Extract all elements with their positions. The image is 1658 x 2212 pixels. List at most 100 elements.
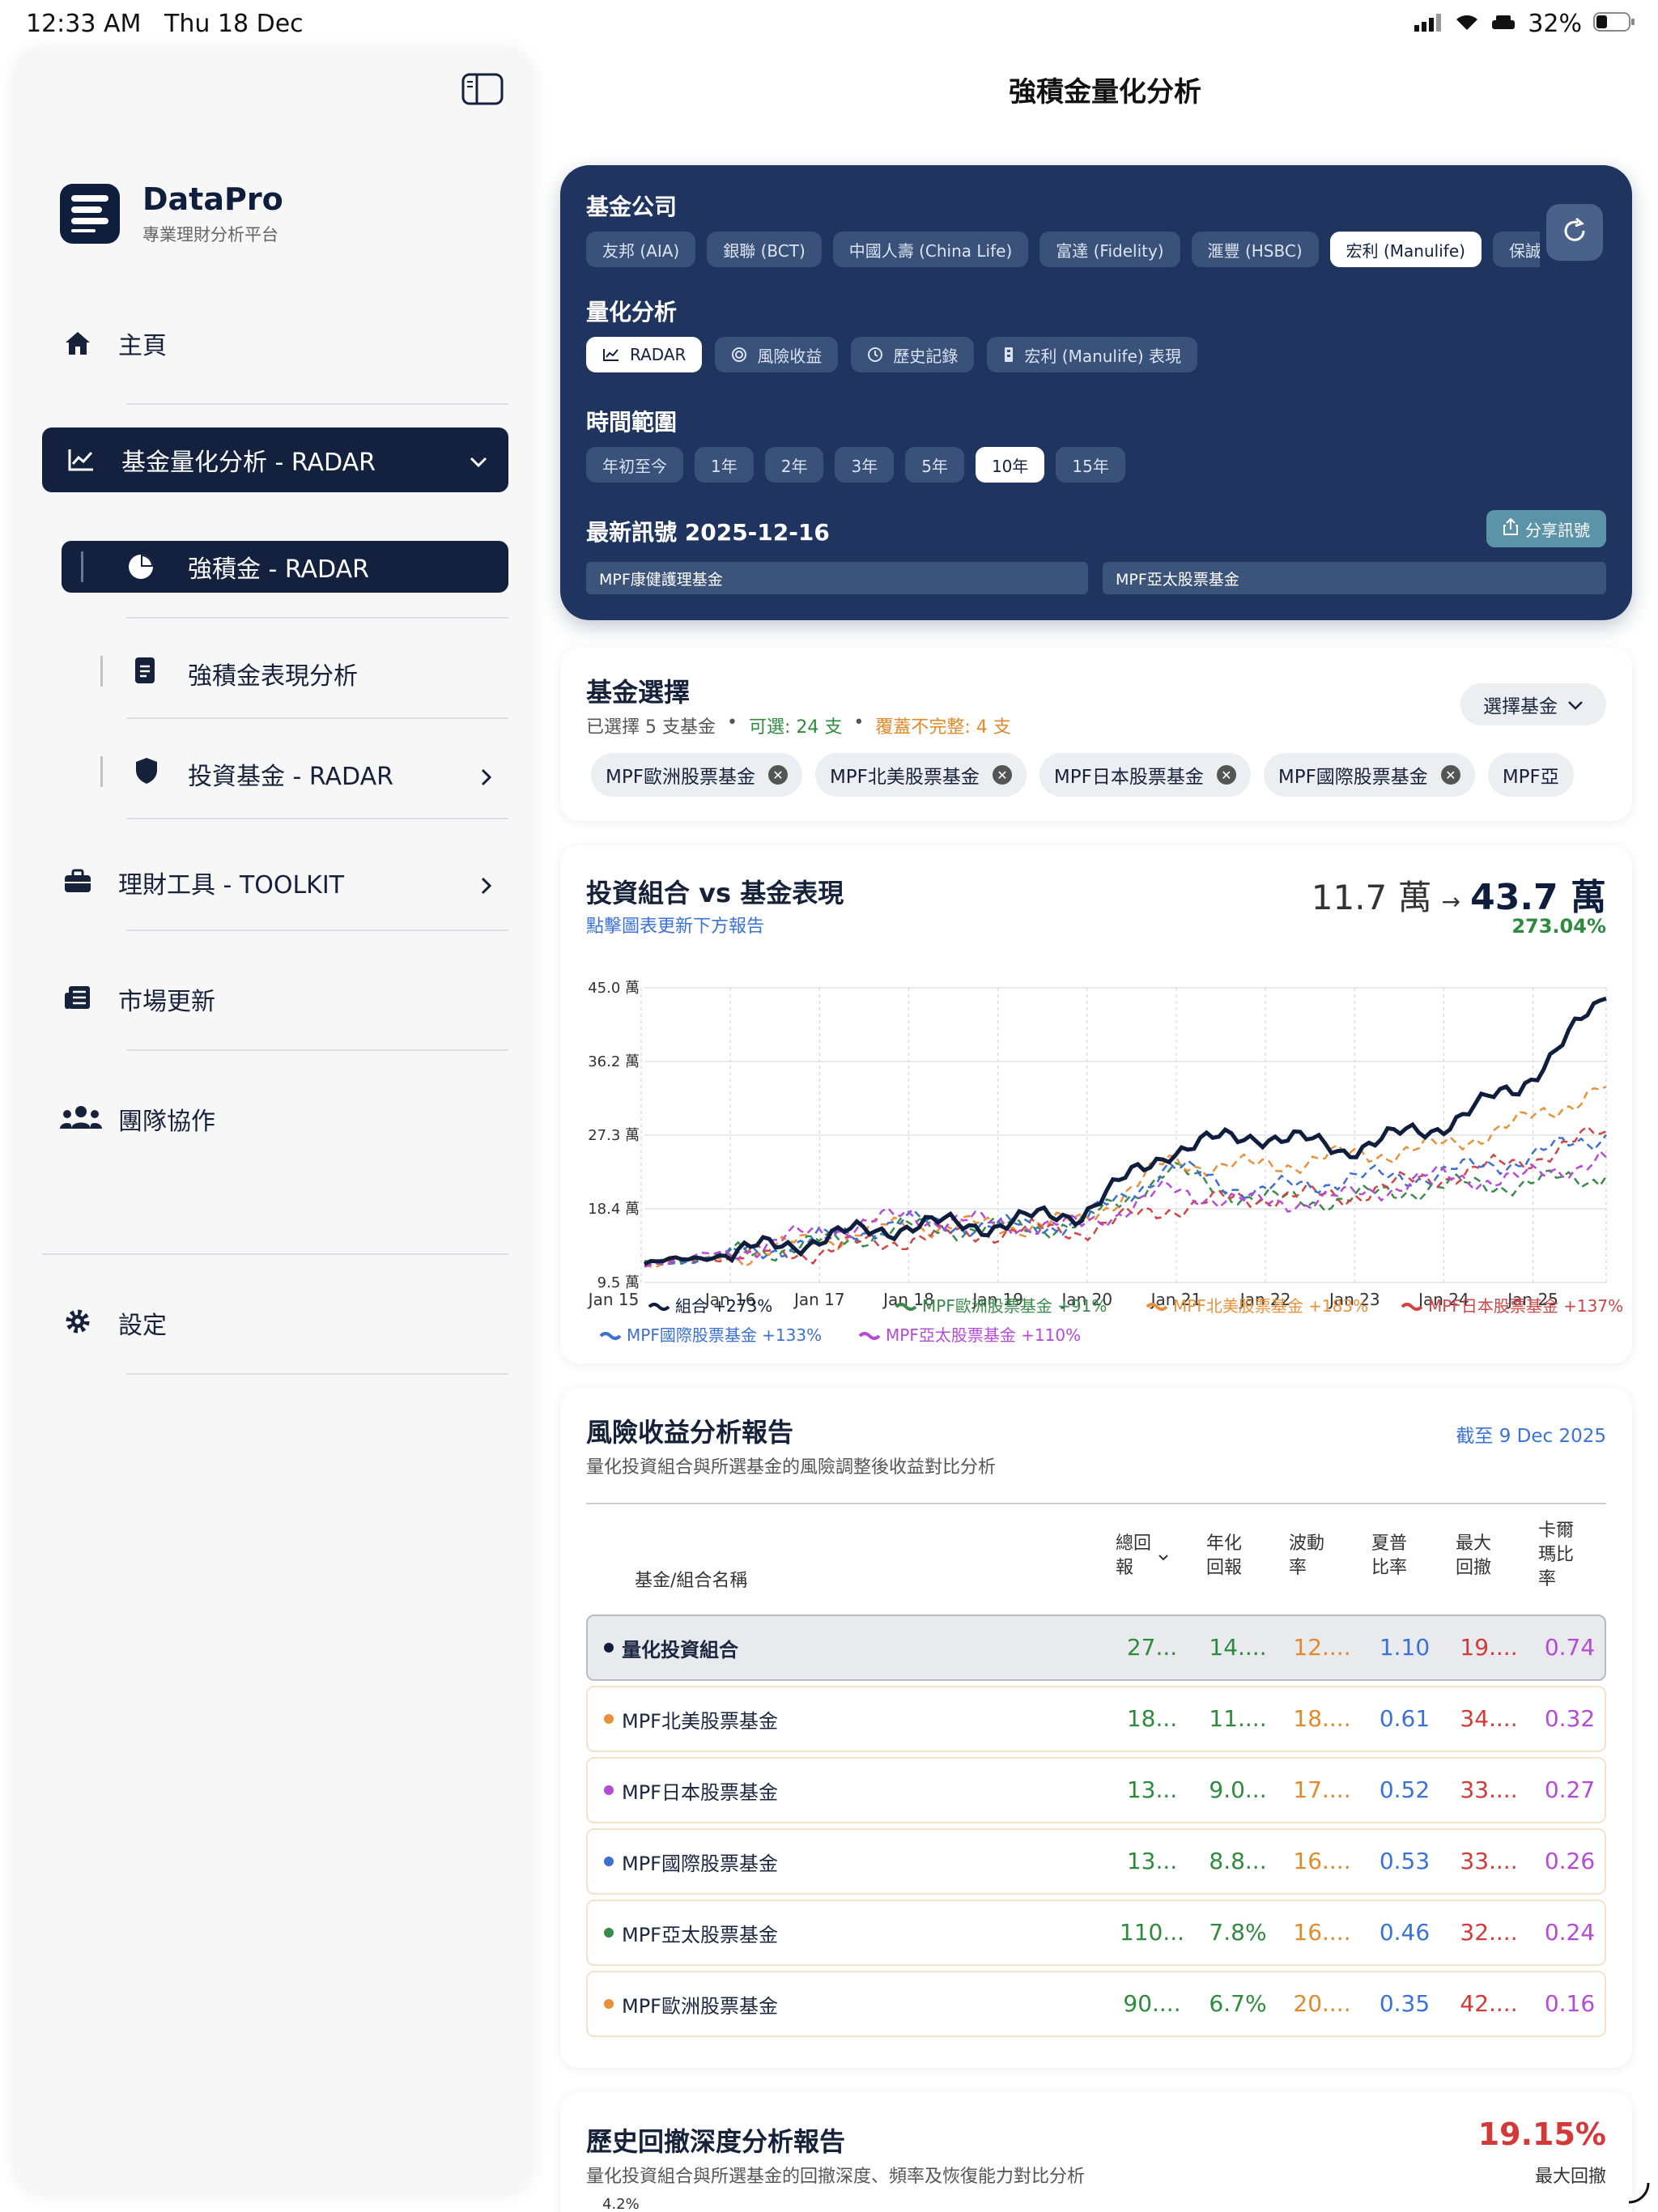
line-chart[interactable]: 45.0 萬 36.2 萬 27.3 萬 18.4 萬 9.5 萬Jan 15 Jan 1… [560, 934, 1632, 1355]
chart-line-icon [602, 347, 620, 362]
remove-icon[interactable]: ✕ [992, 765, 1012, 785]
cell-total: 90.... [1123, 1990, 1181, 2017]
series-dot [604, 1999, 614, 2009]
building-icon [1003, 347, 1014, 363]
legend-swatch [858, 1332, 881, 1340]
legend-item[interactable]: MPF國際股票基金 +133% [599, 1325, 822, 1345]
header-sharpe[interactable]: 夏普 比率 [1371, 1532, 1407, 1580]
document-icon [133, 656, 157, 691]
cell-dd: 33.... [1460, 1776, 1518, 1803]
cell-dd: 19.... [1460, 1634, 1518, 1661]
period-chip[interactable]: 3年 [835, 447, 895, 483]
page-title: 強積金量化分析 [1009, 76, 1201, 108]
portfolio-value: 11.7 萬 → 43.7 萬 [1312, 868, 1606, 920]
table-row[interactable]: MPF北美股票基金 18... 11.... 18.... 0.61 34.... 0.32 [586, 1686, 1606, 1752]
nav-invest-radar[interactable]: 投資基金 - RADAR [100, 748, 508, 797]
remove-icon[interactable]: ✕ [1216, 765, 1236, 785]
nav-mpf-radar[interactable]: 強積金 - RADAR [62, 541, 508, 593]
fund-chip[interactable]: MPF歐洲股票基金 ✕ [591, 753, 802, 797]
analysis-chip[interactable]: 宏利 (Manulife) 表現 [987, 337, 1198, 372]
company-chip[interactable]: 宏利 (Manulife) [1329, 232, 1482, 267]
refresh-icon [1560, 216, 1589, 249]
company-chip[interactable]: 保誠 [1492, 232, 1540, 267]
analysis-chip[interactable]: 歷史記錄 [851, 337, 975, 372]
fund-chip[interactable]: MPF北美股票基金 ✕ [814, 753, 1027, 797]
header-volatility[interactable]: 波動 率 [1289, 1532, 1324, 1580]
nav-toolkit[interactable]: 理財工具 - TOOLKIT [62, 857, 508, 905]
header-annual-return[interactable]: 年化 回報 [1206, 1532, 1242, 1580]
legend-item[interactable]: MPF歐洲股票基金 +91% [895, 1296, 1107, 1316]
nav-mpf-performance-label: 強積金表現分析 [188, 662, 358, 691]
select-fund-button[interactable]: 選擇基金 [1460, 683, 1606, 725]
nav-radar[interactable]: 基金量化分析 - RADAR [42, 428, 508, 492]
remove-icon[interactable]: ✕ [767, 765, 788, 785]
fund-chip[interactable]: MPF日本股票基金 ✕ [1039, 753, 1251, 797]
fund-selection-title: 基金選擇 [586, 677, 691, 708]
legend-swatch [648, 1303, 670, 1311]
legend-label: MPF國際股票基金 +133% [627, 1325, 822, 1345]
period-chip[interactable]: 年初至今 [586, 447, 683, 483]
period-chip[interactable]: 1年 [695, 447, 754, 483]
series-line[interactable] [643, 996, 1607, 1266]
period-chip[interactable]: 15年 [1056, 447, 1125, 483]
legend-label: MPF歐洲股票基金 +91% [922, 1296, 1107, 1316]
series-dot [604, 1857, 614, 1866]
cell-sharpe: 0.52 [1379, 1776, 1431, 1803]
header-calmar[interactable]: 卡爾 瑪比 率 [1538, 1519, 1574, 1592]
period-chip[interactable]: 2年 [764, 447, 824, 483]
legend-item[interactable]: MPF北美股票基金 +183% [1146, 1296, 1368, 1316]
header-max-drawdown[interactable]: 最大 回撤 [1456, 1532, 1491, 1580]
drawdown-card: 歷史回撤深度分析報告 量化投資組合與所選基金的回撤深度、頻率及恢復能力對比分析 … [560, 2092, 1632, 2212]
header-total-return[interactable]: 總回 報 [1116, 1532, 1151, 1580]
resize-handle-icon[interactable] [1626, 2180, 1652, 2209]
fund-chip[interactable]: MPF國際股票基金 ✕ [1263, 753, 1475, 797]
series-dot [604, 1714, 614, 1724]
company-chip[interactable]: 中國人壽 (China Life) [832, 232, 1029, 267]
datapro-logo [60, 184, 120, 244]
refresh-button[interactable] [1546, 204, 1603, 261]
chevron-right-icon [481, 764, 492, 793]
period-chip[interactable]: 5年 [905, 447, 964, 483]
share-signal-button[interactable]: 分享訊號 [1486, 510, 1606, 547]
risk-report-card: 風險收益分析報告 量化投資組合與所選基金的風險調整後收益對比分析 截至 9 De… [560, 1388, 1632, 2068]
signal-icon [1414, 10, 1443, 38]
cell-dd: 33.... [1460, 1848, 1518, 1874]
company-chip[interactable]: 富達 (Fidelity) [1039, 232, 1180, 267]
table-row[interactable]: 量化投資組合 27... 14.... 12.... 1.10 19.... 0.74 [586, 1614, 1606, 1681]
sidebar-toggle-icon[interactable] [461, 71, 504, 107]
table-row[interactable]: MPF歐洲股票基金 90.... 6.7% 20.... 0.35 42.... 0.16 [586, 1971, 1606, 2037]
company-chip[interactable]: 銀聯 (BCT) [707, 232, 822, 267]
table-row[interactable]: MPF亞太股票基金 110... 7.8% 16.... 0.46 32.... 0.24 [586, 1899, 1606, 1966]
cell-vol: 18.... [1293, 1705, 1351, 1732]
sort-chevron-icon [1158, 1550, 1169, 1565]
cell-calmar: 0.27 [1544, 1776, 1596, 1803]
nav-mpf-radar-label: 強積金 - RADAR [188, 555, 369, 584]
legend-item[interactable]: MPF日本股票基金 +137% [1401, 1296, 1623, 1316]
value-from: 11.7 萬 [1311, 878, 1432, 917]
legend-item[interactable]: 組合 +273% [648, 1296, 772, 1316]
signal-item[interactable]: MPF亞太股票基金 [1103, 562, 1606, 594]
y-tick-label: 18.4 萬 [588, 1201, 640, 1218]
period-chip[interactable]: 10年 [975, 447, 1045, 483]
legend-item[interactable]: MPF亞太股票基金 +110% [858, 1325, 1081, 1345]
chevron-down-icon [1567, 694, 1584, 715]
cell-annual: 8.8... [1209, 1848, 1267, 1874]
analysis-chip[interactable]: RADAR [586, 337, 703, 372]
nav-settings-label: 設定 [118, 1312, 167, 1340]
table-row[interactable]: MPF國際股票基金 13... 8.8... 16.... 0.53 33.... 0.26 [586, 1828, 1606, 1895]
legend-label: 組合 +273% [675, 1296, 772, 1316]
remove-icon[interactable]: ✕ [1440, 765, 1460, 785]
signal-item[interactable]: MPF康健護理基金 [586, 562, 1088, 594]
fund-chip[interactable]: MPF亞 [1487, 753, 1574, 797]
nav-home[interactable]: 主頁 [62, 325, 167, 361]
fund-selection-card: 基金選擇 已選擇 5 支基金 • 可選: 24 支 • 覆蓋不完整: 4 支 選… [560, 648, 1632, 821]
cell-calmar: 0.16 [1544, 1990, 1596, 2017]
brand-name: DataPro [142, 181, 283, 217]
risk-date: 截至 9 Dec 2025 [1456, 1426, 1606, 1447]
analysis-chip[interactable]: 風險收益 [715, 337, 839, 372]
company-chip[interactable]: 滙豐 (HSBC) [1191, 232, 1319, 267]
cell-total: 110... [1119, 1919, 1185, 1946]
company-chip[interactable]: 友邦 (AIA) [586, 232, 696, 267]
row-name: MPF國際股票基金 [604, 1848, 778, 1876]
table-row[interactable]: MPF日本股票基金 13... 9.0... 17.... 0.52 33.... 0.27 [586, 1757, 1606, 1823]
